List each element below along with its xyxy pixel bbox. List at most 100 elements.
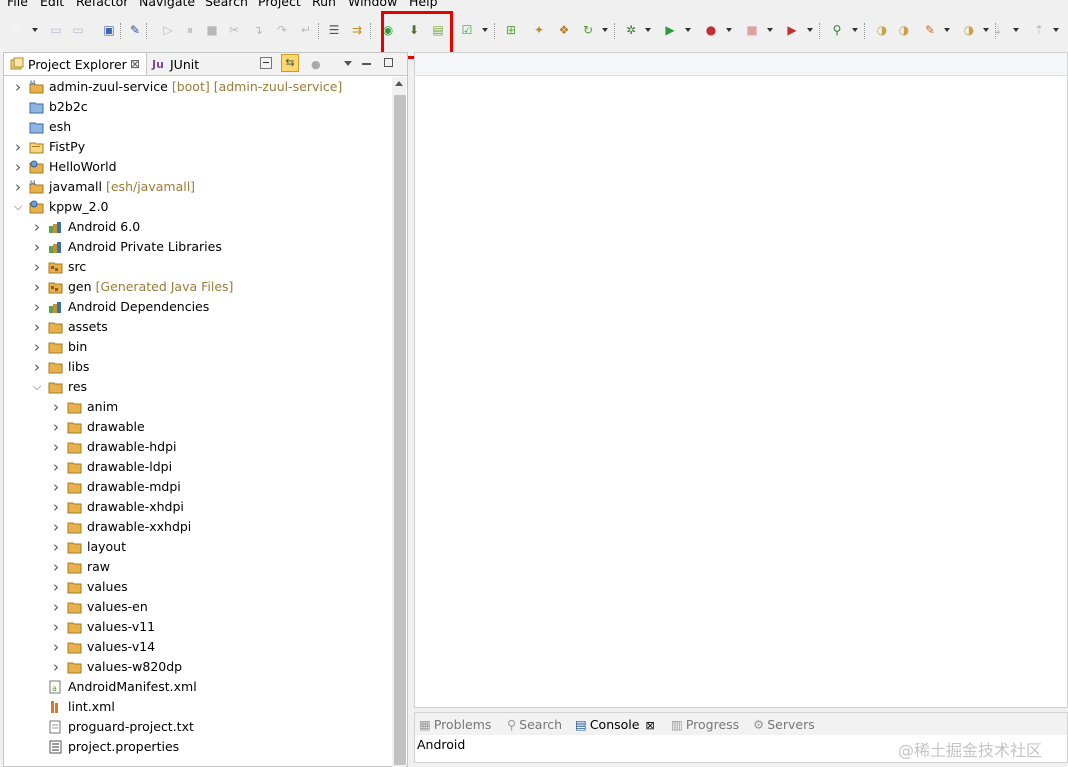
chevron-down-icon[interactable]: [482, 28, 488, 32]
new-package-icon[interactable]: ✦: [531, 22, 547, 38]
editor-area[interactable]: [414, 52, 1068, 708]
menu-navigate[interactable]: Navigate: [139, 0, 195, 9]
tree-item[interactable]: › anim: [4, 397, 390, 417]
chevron-down-icon[interactable]: [807, 28, 813, 32]
tree-item[interactable]: › gen [Generated Java Files]: [4, 277, 390, 297]
close-icon[interactable]: ⊠: [645, 719, 654, 732]
use-step-filters-icon[interactable]: ☰: [326, 22, 342, 38]
open-type-icon[interactable]: ◑: [874, 22, 890, 38]
tree-item[interactable]: › FistPy: [4, 137, 390, 157]
chevron-right-icon[interactable]: ›: [31, 317, 43, 337]
focus-icon[interactable]: ●: [311, 58, 321, 71]
save-all-icon[interactable]: ▭: [70, 22, 86, 38]
view-menu-icon[interactable]: [344, 61, 352, 66]
chevron-down-icon[interactable]: [1013, 28, 1019, 32]
tree-item[interactable]: › drawable-mdpi: [4, 477, 390, 497]
tree-item[interactable]: proguard-project.txt: [4, 717, 390, 737]
collapse-all-icon[interactable]: [260, 57, 272, 69]
open-folder-icon[interactable]: ◑: [896, 22, 912, 38]
chevron-right-icon[interactable]: ›: [50, 617, 62, 637]
chevron-right-icon[interactable]: ›: [12, 77, 24, 97]
menu-run[interactable]: Run: [312, 0, 336, 9]
chevron-down-icon[interactable]: [726, 28, 732, 32]
chevron-down-icon[interactable]: [645, 28, 651, 32]
tree-item[interactable]: › Android 6.0: [4, 217, 390, 237]
scrollbar-thumb[interactable]: [394, 95, 406, 765]
new-icon[interactable]: ✚: [8, 22, 24, 38]
tab-project-explorer[interactable]: Project Explorer ⊠: [4, 53, 147, 75]
menu-project[interactable]: Project: [258, 0, 301, 9]
tasks-icon[interactable]: ✎: [922, 22, 938, 38]
open-perspective-icon[interactable]: ◑: [961, 22, 977, 38]
tab-console[interactable]: ▤ Console ⊠: [575, 717, 655, 732]
link-with-editor-icon[interactable]: ⇆: [281, 54, 299, 72]
tree-item[interactable]: project.properties: [4, 737, 390, 757]
tree-item[interactable]: › values-v14: [4, 637, 390, 657]
minimize-icon[interactable]: [362, 63, 371, 65]
tree-item[interactable]: esh: [4, 117, 390, 137]
chevron-right-icon[interactable]: ›: [50, 637, 62, 657]
chevron-right-icon[interactable]: ›: [50, 417, 62, 437]
tree-item[interactable]: › Madmin-zuul-service [boot] [admin-zuul-s…: [4, 77, 390, 97]
print-icon[interactable]: ▣: [101, 22, 117, 38]
tree-item[interactable]: › assets: [4, 317, 390, 337]
tree-item[interactable]: › drawable-xhdpi: [4, 497, 390, 517]
tree-item[interactable]: › Android Private Libraries: [4, 237, 390, 257]
tree-item[interactable]: › layout: [4, 537, 390, 557]
chevron-right-icon[interactable]: ›: [50, 597, 62, 617]
step-return-icon[interactable]: ↵: [298, 22, 314, 38]
tree-item[interactable]: › drawable-hdpi: [4, 437, 390, 457]
tab-servers[interactable]: ⚙ Servers: [753, 717, 815, 732]
chevron-right-icon[interactable]: ›: [12, 157, 24, 177]
chevron-right-icon[interactable]: ›: [50, 457, 62, 477]
menu-refactor[interactable]: Refactor: [76, 0, 128, 9]
tab-problems[interactable]: ▦ Problems: [419, 717, 491, 732]
tab-search[interactable]: ⚲ Search: [507, 717, 562, 732]
chevron-down-icon[interactable]: [944, 28, 950, 32]
tab-junit[interactable]: Ju JUnit: [150, 53, 210, 75]
lint-check-icon[interactable]: ☑: [459, 22, 475, 38]
tree-item[interactable]: › values-en: [4, 597, 390, 617]
search-icon[interactable]: ⚲: [829, 22, 845, 38]
chevron-right-icon[interactable]: ›: [31, 337, 43, 357]
chevron-right-icon[interactable]: ›: [31, 257, 43, 277]
refresh-icon[interactable]: ↻: [580, 22, 596, 38]
chevron-down-icon[interactable]: [767, 28, 773, 32]
chevron-down-icon[interactable]: [1053, 28, 1059, 32]
chevron-right-icon[interactable]: ›: [31, 277, 43, 297]
tree-item[interactable]: a AndroidManifest.xml: [4, 677, 390, 697]
vertical-scrollbar[interactable]: [392, 77, 406, 767]
external-tools-icon[interactable]: ▶: [784, 22, 800, 38]
new-android-project-icon[interactable]: ⊞: [503, 22, 519, 38]
tree-item[interactable]: › values-v11: [4, 617, 390, 637]
save-icon[interactable]: ▭: [48, 22, 64, 38]
new-class-icon[interactable]: ❖: [556, 22, 572, 38]
prev-annotation-icon[interactable]: ⇡: [1031, 22, 1047, 38]
tree-item[interactable]: ⌵ kppw_2.0: [4, 197, 390, 217]
tab-progress[interactable]: ▥ Progress: [671, 717, 739, 732]
tree-item[interactable]: › values-w820dp: [4, 657, 390, 677]
disconnect-icon[interactable]: ✂: [226, 22, 242, 38]
maximize-icon[interactable]: [384, 58, 393, 67]
tree-item[interactable]: › raw: [4, 557, 390, 577]
chevron-right-icon[interactable]: ›: [31, 217, 43, 237]
chevron-right-icon[interactable]: ›: [31, 297, 43, 317]
chevron-right-icon[interactable]: ›: [50, 477, 62, 497]
chevron-down-icon[interactable]: [983, 28, 989, 32]
tree-item[interactable]: › drawable-xxhdpi: [4, 517, 390, 537]
terminate-icon[interactable]: ■: [204, 22, 220, 38]
suspend-icon[interactable]: ⏸: [182, 22, 198, 38]
close-icon[interactable]: ⊠: [130, 57, 140, 71]
debug-pointer-icon[interactable]: ✎: [127, 22, 143, 38]
tree-item[interactable]: › bin: [4, 337, 390, 357]
chevron-down-icon[interactable]: ⌵: [12, 197, 24, 217]
coverage-icon[interactable]: ●: [703, 22, 719, 38]
chevron-right-icon[interactable]: ›: [50, 537, 62, 557]
tree-item[interactable]: › libs: [4, 357, 390, 377]
chevron-down-icon[interactable]: [685, 28, 691, 32]
menu-window[interactable]: Window: [348, 0, 397, 9]
step-over-icon[interactable]: ↷: [274, 22, 290, 38]
chevron-right-icon[interactable]: ›: [12, 177, 24, 197]
next-annotation-icon[interactable]: ⇣: [990, 22, 1006, 38]
chevron-right-icon[interactable]: ›: [12, 137, 24, 157]
